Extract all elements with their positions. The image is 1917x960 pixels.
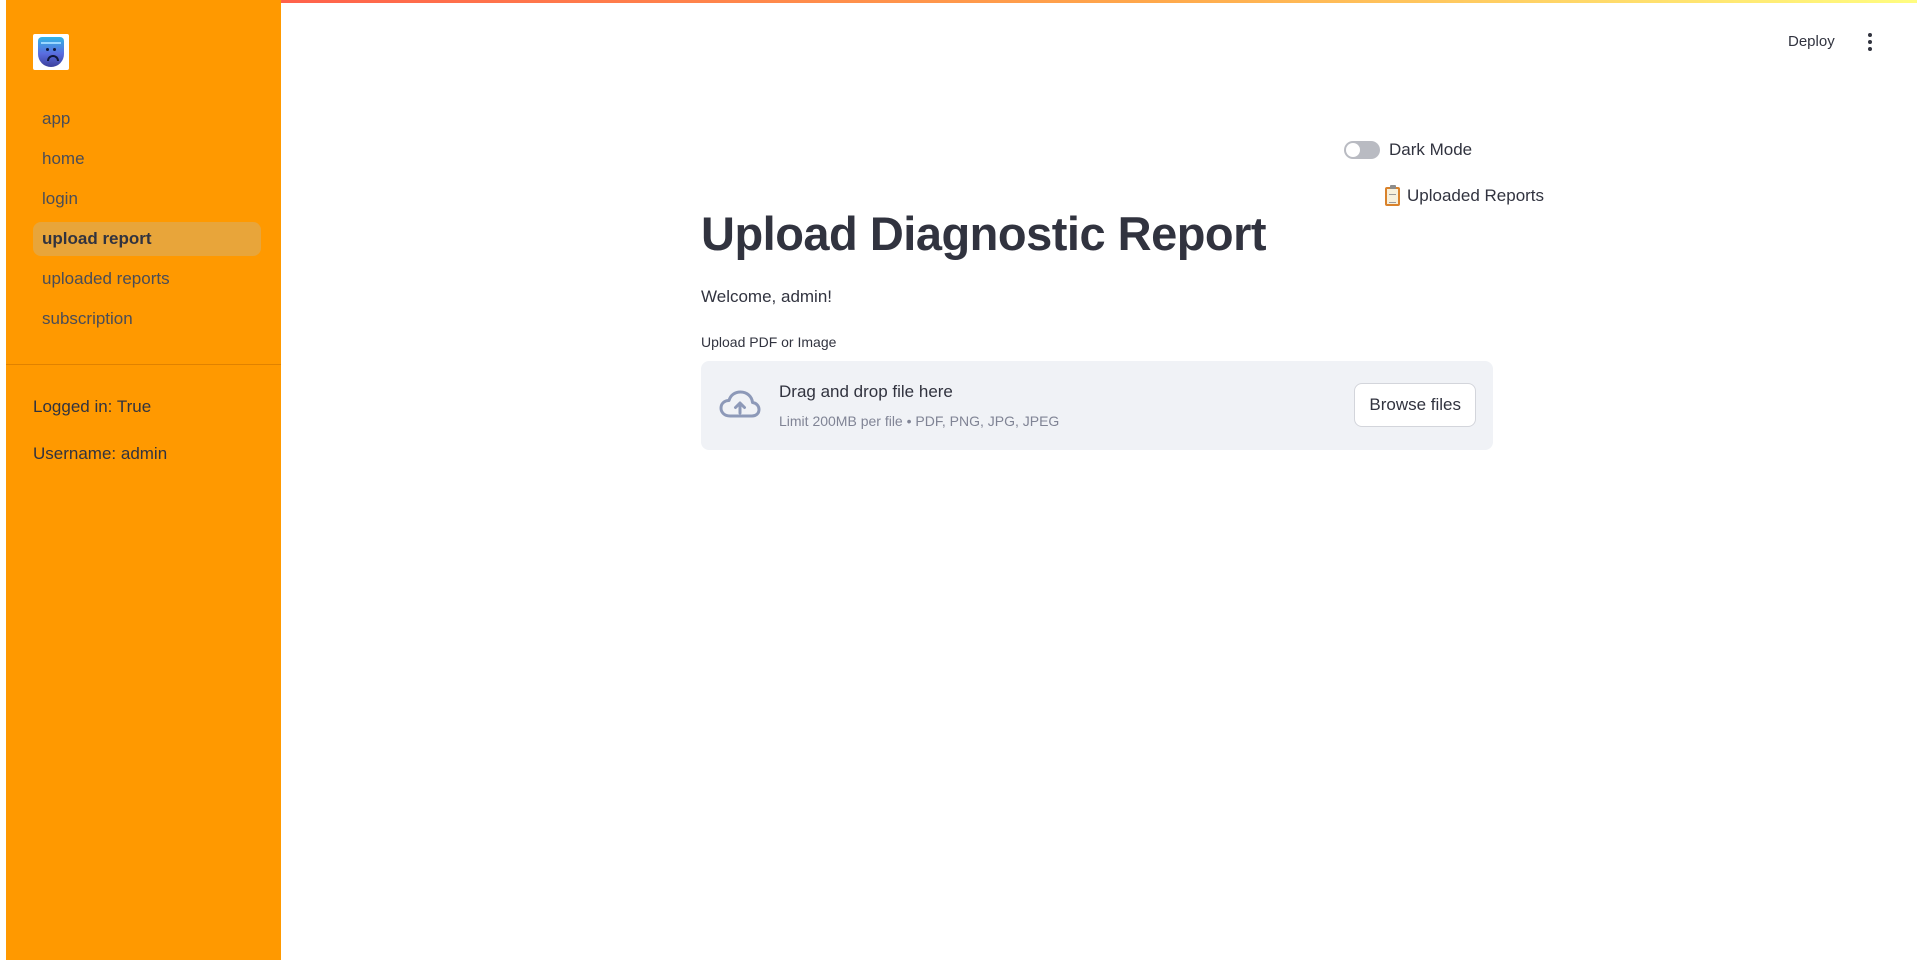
dropzone-limit-text: Limit 200MB per file • PDF, PNG, JPG, JP… [779, 413, 1060, 429]
sidebar-item-uploaded-reports[interactable]: uploaded reports [33, 262, 261, 296]
cloud-upload-icon [719, 390, 761, 418]
username-display: Username: admin [33, 444, 168, 463]
upload-field-label: Upload PDF or Image [701, 334, 837, 350]
shield-mascot-icon [38, 37, 64, 67]
toggle-switch[interactable] [1344, 141, 1380, 159]
sidebar-item-login[interactable]: login [33, 182, 261, 216]
sidebar-item-app[interactable]: app [33, 102, 261, 136]
sidebar-item-upload-report[interactable]: upload report [33, 222, 261, 256]
top-decoration-bar [6, 0, 1917, 3]
file-dropzone[interactable]: Drag and drop file here Limit 200MB per … [701, 361, 1493, 450]
sidebar-divider [6, 364, 281, 365]
page-title: Upload Diagnostic Report [701, 207, 1267, 260]
sidebar-item-subscription[interactable]: subscription [33, 302, 261, 336]
browse-files-button[interactable]: Browse files [1354, 383, 1476, 427]
deploy-button[interactable]: Deploy [1784, 31, 1839, 52]
app-logo[interactable] [33, 34, 69, 70]
uploaded-reports-link-label: Uploaded Reports [1407, 186, 1545, 205]
sidebar: app home login upload report uploaded re… [6, 0, 281, 960]
dark-mode-toggle[interactable]: Dark Mode [1344, 140, 1472, 160]
uploaded-reports-link[interactable]: Uploaded Reports [1385, 184, 1545, 206]
kebab-menu-icon[interactable] [1862, 31, 1878, 53]
app-page: app home login upload report uploaded re… [0, 0, 1917, 960]
clipboard-icon [1385, 184, 1400, 206]
logged-in-status: Logged in: True [33, 397, 152, 416]
sidebar-item-home[interactable]: home [33, 142, 261, 176]
dark-mode-label: Dark Mode [1389, 140, 1473, 159]
dropzone-title: Drag and drop file here [779, 382, 953, 401]
sidebar-nav: app home login upload report uploaded re… [33, 102, 261, 342]
welcome-message: Welcome, admin! [701, 287, 833, 306]
toggle-knob [1346, 143, 1360, 157]
